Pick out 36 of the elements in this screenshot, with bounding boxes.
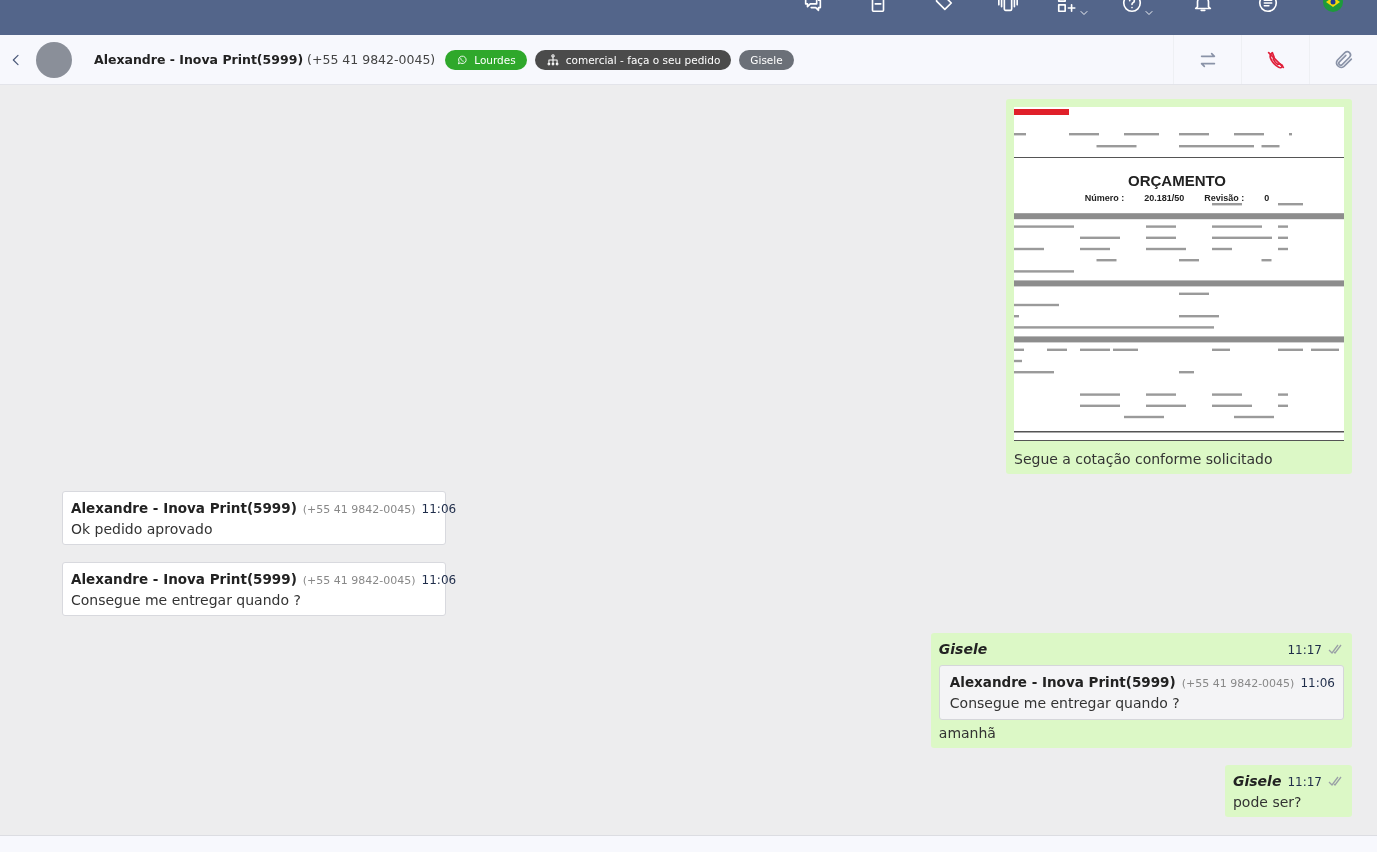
tag-label: Gisele <box>750 53 783 66</box>
contact-avatar <box>36 41 72 78</box>
tag-label: comercial - faça o seu pedido <box>565 53 721 66</box>
message-text: amanhã <box>938 725 997 741</box>
number-label: Número : <box>1084 193 1125 203</box>
message-time: 11:17 <box>1287 643 1322 657</box>
whatsapp-icon <box>456 53 469 66</box>
message-text: pode ser? <box>1233 794 1303 810</box>
sender-phone: (+55 41 9842-0045) <box>302 574 416 587</box>
sender-name: Alexandre - Inova Print(5999) <box>71 500 297 516</box>
tag-label: Lourdes <box>474 53 516 66</box>
sender-name: Gisele <box>938 641 989 657</box>
sender-name: Alexandre - Inova Print(5999) <box>949 674 1176 690</box>
revision-label: Revisão : <box>1204 193 1245 203</box>
contact-phone: (+55 41 9842-0045) <box>307 52 436 67</box>
contact-name: Alexandre - Inova Print(5999) <box>94 52 304 67</box>
quoted-message[interactable]: Alexandre - Inova Print(5999) (+55 41 9842-0045) 11:06 Consegue me entregar quando ? <box>938 665 1344 720</box>
message-time: 11:06 <box>1300 676 1335 690</box>
double-check-icon <box>1328 644 1344 654</box>
quoted-text: Consegue me entregar quando ? <box>949 695 1181 711</box>
sender-name: Alexandre - Inova Print(5999) <box>71 571 297 587</box>
revision-number: 0 <box>1264 193 1270 203</box>
double-check-icon <box>1328 776 1344 786</box>
sender-phone: (+55 41 9842-0045) <box>1181 677 1295 690</box>
message-text: Segue a cotação conforme solicitado <box>1014 451 1274 467</box>
quote-number: 20.181/50 <box>1144 193 1185 203</box>
quote-document[interactable]: ORÇAMENTO Número : 20.181/50 Revisão : 0 <box>1014 107 1344 441</box>
document-title: ORÇAMENTO <box>1126 172 1228 189</box>
message-time: 11:06 <box>421 502 457 516</box>
message-text: Consegue me entregar quando ? <box>71 592 302 608</box>
message-time: 11:17 <box>1287 775 1322 789</box>
sender-phone: (+55 41 9842-0045) <box>302 503 416 516</box>
message-time: 11:06 <box>421 573 457 587</box>
sender-name: Gisele <box>1233 773 1282 789</box>
message-text: Ok pedido aprovado <box>71 521 214 537</box>
org-chart-icon <box>545 52 560 67</box>
